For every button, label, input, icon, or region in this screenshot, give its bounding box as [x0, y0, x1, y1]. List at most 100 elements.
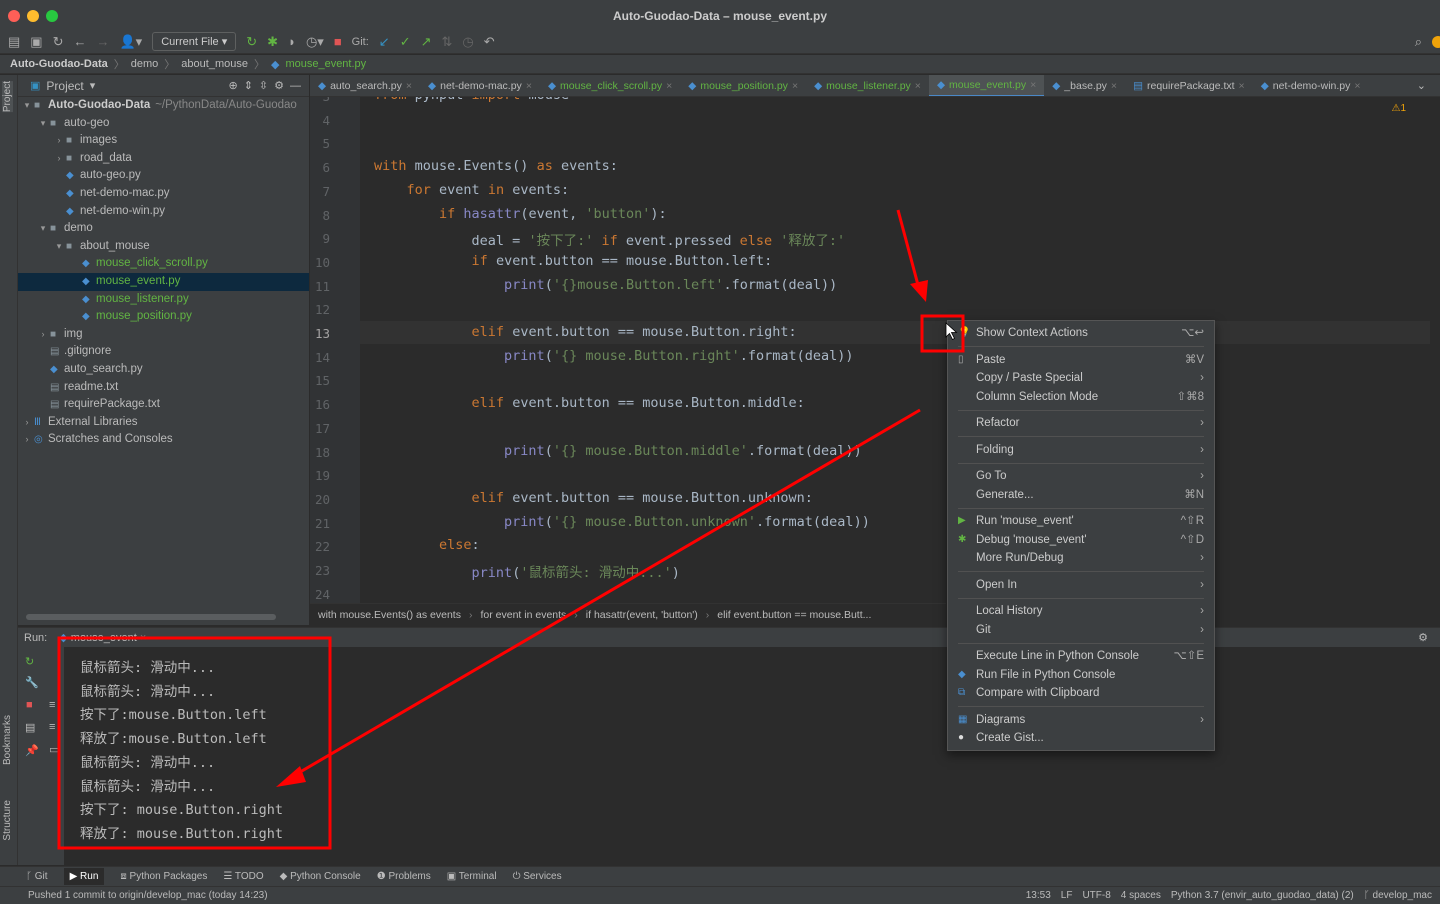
chevron-down-icon[interactable]: ▾	[36, 220, 50, 238]
close-tab-icon[interactable]: ×	[915, 75, 921, 97]
line-separator[interactable]: LF	[1061, 890, 1073, 901]
pin-icon[interactable]: 📌	[25, 744, 44, 757]
tree-item[interactable]: ▾■auto-geo	[18, 115, 309, 133]
git-push-icon[interactable]: ↗	[421, 34, 432, 50]
tool-tab-problems[interactable]: ❶ Problems	[377, 871, 431, 882]
menu-item[interactable]: Refactor›	[948, 414, 1214, 433]
close-tab-icon[interactable]: ×	[526, 75, 532, 97]
menu-item[interactable]: Column Selection Mode⇧⌘8	[948, 388, 1214, 407]
tree-item[interactable]: ◆mouse_click_scroll.py	[18, 255, 309, 273]
user-icon[interactable]: 👤▾	[120, 34, 143, 50]
editor-tab[interactable]: ◆_base.py×	[1044, 75, 1125, 97]
tree-item[interactable]: ◆net-demo-win.py	[18, 203, 309, 221]
coverage-icon[interactable]: ◗	[288, 34, 296, 49]
menu-item[interactable]: More Run/Debug›	[948, 549, 1214, 568]
bookmarks-tool-button[interactable]: Bookmarks	[2, 715, 13, 765]
close-tab-icon[interactable]: ×	[792, 75, 798, 97]
warning-indicator[interactable]: ⚠1	[1391, 103, 1406, 114]
run-console-output[interactable]: 鼠标箭头: 滑动中...鼠标箭头: 滑动中...按下了:mouse.Button…	[64, 647, 1440, 865]
tree-item[interactable]: ▤readme.txt	[18, 379, 309, 397]
menu-item[interactable]: Go To›	[948, 467, 1214, 486]
menu-item[interactable]: 💡Show Context Actions⌥↩	[948, 324, 1214, 343]
close-tab-icon[interactable]: ×	[406, 75, 412, 97]
close-window-button[interactable]	[8, 10, 20, 22]
rerun-icon[interactable]: ↻	[25, 655, 44, 668]
chevron-down-icon[interactable]: ▾	[36, 115, 50, 133]
tool-tab-todo[interactable]: ☰ TODO	[223, 871, 263, 882]
tool-tab-git[interactable]: ᚴ Git	[26, 871, 48, 882]
git-update-icon[interactable]: ↙	[379, 34, 390, 50]
chevron-right-icon[interactable]: ›	[36, 326, 50, 344]
project-view-dropdown[interactable]: Project	[46, 79, 83, 93]
git-history-icon[interactable]: ◷	[462, 34, 473, 50]
stop-icon[interactable]: ■	[334, 34, 342, 49]
open-folder-icon[interactable]: ▤	[8, 34, 20, 50]
settings-icon[interactable]: ⚙	[1418, 631, 1428, 644]
close-tab-icon[interactable]: ×	[1111, 75, 1117, 97]
structure-tool-button[interactable]: Structure	[2, 800, 13, 841]
editor-tab[interactable]: ◆mouse_listener.py×	[806, 75, 929, 97]
breadcrumb-item[interactable]: about_mouse	[181, 58, 248, 70]
profile-icon[interactable]: ◷▾	[306, 34, 324, 50]
scroll-end-icon[interactable]: ≡	[49, 721, 64, 733]
breadcrumb-item[interactable]: Auto-Guodao-Data	[10, 58, 108, 70]
tree-item[interactable]: ▾■about_mouse	[18, 238, 309, 256]
menu-item[interactable]: ▯Paste⌘V	[948, 351, 1214, 370]
tree-item[interactable]: ▤.gitignore	[18, 343, 309, 361]
save-icon[interactable]: ▣	[30, 34, 42, 50]
run-config-dropdown[interactable]: Current File ▾	[152, 32, 236, 51]
file-encoding[interactable]: UTF-8	[1082, 890, 1110, 901]
tool-tab-terminal[interactable]: ▣ Terminal	[447, 871, 497, 882]
close-tab-icon[interactable]: ×	[1354, 75, 1360, 97]
tree-item[interactable]: ›■images	[18, 132, 309, 150]
close-tab-icon[interactable]: ×	[1030, 75, 1036, 96]
indent-setting[interactable]: 4 spaces	[1121, 890, 1161, 901]
debug-icon[interactable]: ✱	[267, 34, 278, 50]
run-tab[interactable]: ◆ mouse_event ×	[59, 631, 146, 644]
caret-position[interactable]: 13:53	[1026, 890, 1051, 901]
close-tab-icon[interactable]: ×	[666, 75, 672, 97]
wrench-icon[interactable]: 🔧	[25, 676, 44, 689]
breadcrumb-item[interactable]: mouse_event.py	[285, 58, 366, 70]
menu-item[interactable]: ▶Run 'mouse_event'^⇧R	[948, 512, 1214, 531]
tool-tab-services[interactable]: ⏻ Services	[513, 871, 562, 882]
minimize-window-button[interactable]	[27, 10, 39, 22]
menu-item[interactable]: ◆Run File in Python Console	[948, 666, 1214, 685]
menu-item[interactable]: Copy / Paste Special›	[948, 369, 1214, 388]
menu-item[interactable]: Execute Line in Python Console⌥⇧E	[948, 647, 1214, 666]
git-rollback-icon[interactable]: ↶	[484, 34, 495, 50]
menu-item[interactable]: Generate...⌘N	[948, 486, 1214, 505]
breadcrumb-item[interactable]: demo	[131, 58, 159, 70]
tree-item[interactable]: ◆auto_search.py	[18, 361, 309, 379]
stop-icon[interactable]: ■	[26, 699, 44, 711]
editor-tab[interactable]: ◆mouse_event.py×	[929, 75, 1044, 97]
code-crumb[interactable]: if hasattr(event, 'button')	[586, 609, 698, 621]
tool-tab-run[interactable]: ▶ Run	[64, 868, 105, 885]
menu-item[interactable]: Git›	[948, 621, 1214, 640]
tree-item[interactable]: ›◎Scratches and Consoles	[18, 431, 309, 449]
back-icon[interactable]: ←	[74, 34, 87, 49]
soft-wrap-icon[interactable]: ≡	[49, 699, 64, 711]
chevron-right-icon[interactable]: ›	[20, 414, 34, 432]
chevron-down-icon[interactable]: ▾	[20, 97, 34, 115]
tool-tab-python-packages[interactable]: ⧈ Python Packages	[120, 871, 207, 882]
git-commit-icon[interactable]: ✓	[400, 34, 411, 50]
close-tab-icon[interactable]: ×	[1239, 75, 1245, 97]
code-crumb[interactable]: for event in events	[480, 609, 566, 621]
locate-icon[interactable]: ⊕	[228, 79, 237, 92]
editor-tab[interactable]: ◆auto_search.py×	[310, 75, 420, 97]
editor-tab[interactable]: ◆mouse_click_scroll.py×	[540, 75, 680, 97]
chevron-right-icon[interactable]: ›	[52, 132, 66, 150]
menu-item[interactable]: ⧉Compare with Clipboard	[948, 684, 1214, 703]
gear-icon[interactable]: ⚙	[274, 79, 284, 92]
code-crumb[interactable]: elif event.button == mouse.Butt...	[717, 609, 871, 621]
tree-item[interactable]: ◆auto-geo.py	[18, 167, 309, 185]
git-merge-icon[interactable]: ⇅	[442, 34, 453, 50]
editor-tab[interactable]: ▤requirePackage.txt×	[1125, 75, 1253, 97]
chevron-right-icon[interactable]: ›	[52, 150, 66, 168]
layout-icon[interactable]: ▤	[25, 721, 44, 734]
tree-item[interactable]: ◆mouse_position.py	[18, 308, 309, 326]
menu-item[interactable]: Local History›	[948, 602, 1214, 621]
menu-item[interactable]: ▦Diagrams›	[948, 711, 1214, 730]
tree-item[interactable]: ◆mouse_listener.py	[18, 291, 309, 309]
